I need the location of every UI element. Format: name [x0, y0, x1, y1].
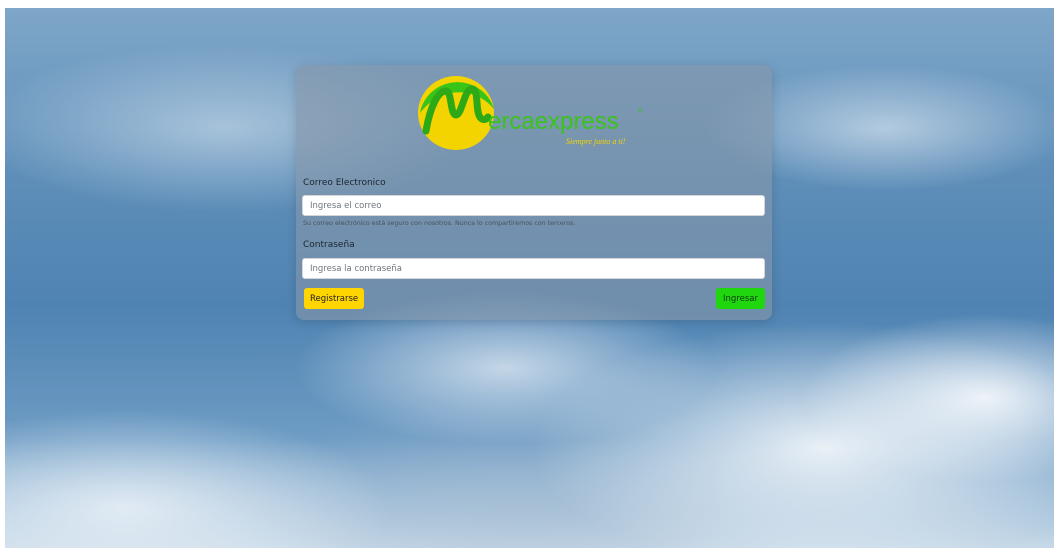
login-button[interactable]: Ingresar [716, 288, 765, 309]
password-field[interactable] [302, 258, 765, 279]
email-label: Correo Electronico [303, 178, 386, 188]
login-card: ercaexpress ® Siempre junto a ti! Correo… [296, 65, 772, 320]
mercaexpress-logo: ercaexpress ® Siempre junto a ti! [418, 76, 643, 150]
password-label: Contraseña [303, 240, 355, 250]
logo-text: ercaexpress [488, 108, 619, 135]
email-field[interactable] [302, 195, 765, 216]
registered-mark: ® [638, 108, 643, 115]
register-button[interactable]: Registrarse [304, 288, 364, 309]
logo-tagline: Siempre junto a ti! [566, 137, 626, 146]
email-help-text: Su correo electrónico está seguro con no… [303, 220, 576, 227]
